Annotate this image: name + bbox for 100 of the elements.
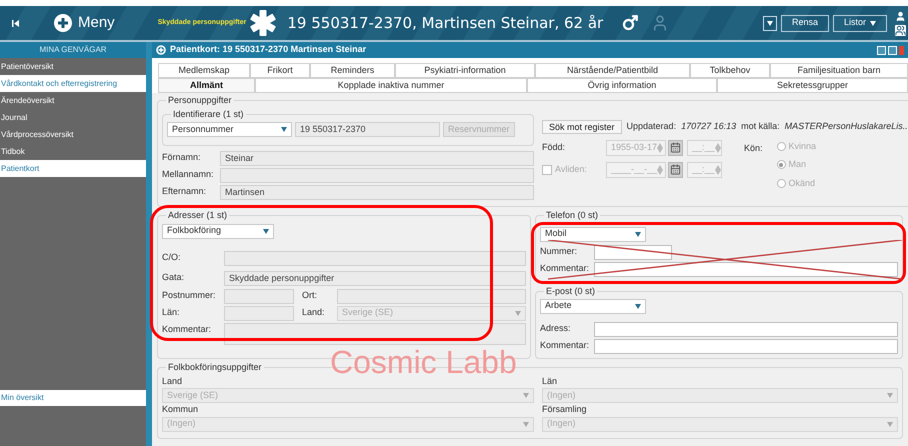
- caret-icon: [263, 228, 269, 234]
- sidebar-title: MINA GENVÄGAR: [0, 42, 146, 58]
- radio-button[interactable]: [776, 160, 786, 170]
- tab[interactable]: Allmänt: [158, 78, 255, 93]
- input-field[interactable]: Skyddade personuppgifter: [224, 270, 526, 286]
- plus-circle-icon: [54, 14, 72, 32]
- tab[interactable]: Övrig information: [527, 78, 717, 93]
- caret-icon: [523, 393, 529, 398]
- tab[interactable]: Tolkbehov: [690, 63, 770, 78]
- field-label: Uppdaterad:: [626, 120, 676, 133]
- field-label: mot källa:: [741, 120, 780, 133]
- caret-icon: [887, 422, 893, 426]
- input-field[interactable]: [594, 244, 672, 260]
- environment-watermark: Cosmic Labb: [330, 346, 517, 378]
- radio-button[interactable]: [776, 142, 786, 151]
- caret-icon: [515, 310, 521, 316]
- group-title: Adresser (1 st): [167, 209, 228, 222]
- sidebar-item[interactable]: Vårdprocessöversikt: [0, 126, 146, 143]
- field-label: Kommentar:: [162, 322, 212, 336]
- dropdown[interactable]: Mobil: [540, 226, 646, 242]
- tab[interactable]: Reminders: [310, 63, 395, 78]
- caret-icon: [523, 422, 529, 426]
- user-icon[interactable]: [895, 10, 906, 22]
- field-label: Kvinna: [788, 140, 816, 152]
- search-register-button[interactable]: Sök mot register: [542, 120, 622, 134]
- input-field[interactable]: [224, 306, 294, 320]
- field-label: C/O:: [162, 251, 182, 264]
- input-field[interactable]: [220, 168, 534, 182]
- field-label: Postnummer:: [162, 289, 217, 302]
- caret-icon: [766, 20, 773, 26]
- sidebar-item[interactable]: Patientkort: [0, 160, 146, 177]
- caret-icon: [635, 232, 641, 236]
- caret-icon: [870, 20, 876, 26]
- input-field[interactable]: [594, 338, 898, 354]
- tab[interactable]: Sekretessgrupper: [717, 78, 908, 93]
- input-field[interactable]: 19 550317-2370: [295, 122, 440, 137]
- input-field[interactable]: [224, 250, 526, 266]
- lists-menu-button[interactable]: Listor: [832, 14, 887, 32]
- input-field[interactable]: Martinsen: [220, 184, 534, 200]
- restore-icon[interactable]: [888, 46, 897, 54]
- field-label: Förnamn:: [162, 151, 202, 164]
- field-label: Avliden:: [555, 162, 587, 176]
- field-label: Man: [788, 158, 806, 171]
- input-field[interactable]: [594, 322, 898, 336]
- field-label: Kommentar:: [540, 339, 590, 352]
- tab[interactable]: Psykiatri-information: [395, 63, 535, 78]
- star-of-life-icon: [249, 9, 278, 37]
- field-label: Kommun: [162, 403, 200, 416]
- sidebar-item[interactable]: Ärendeöversikt: [0, 92, 146, 109]
- group-title: Personuppgifter: [167, 94, 233, 107]
- sidebar-item[interactable]: Patientöversikt: [0, 58, 146, 75]
- checkbox[interactable]: [542, 164, 552, 174]
- field-label: Nummer:: [540, 245, 578, 258]
- tab[interactable]: Kopplade inaktiva nummer: [255, 78, 527, 93]
- field-label: Gata:: [162, 271, 186, 284]
- caret-icon: [281, 127, 287, 132]
- caret-icon: [635, 304, 641, 308]
- dropdown-button[interactable]: [762, 16, 777, 30]
- clear-button[interactable]: Rensa: [780, 14, 829, 32]
- sidebar-item[interactable]: Tidbok: [0, 143, 146, 160]
- collapse-icon[interactable]: [12, 20, 19, 26]
- dropdown[interactable]: Arbete: [540, 298, 646, 314]
- sidebar-item[interactable]: Journal: [0, 109, 146, 126]
- radio-button[interactable]: [776, 178, 786, 188]
- field-label: Församling: [542, 403, 588, 416]
- field-label: Län:: [162, 306, 181, 320]
- field-label: Okänd: [788, 176, 816, 190]
- input-field[interactable]: [594, 262, 898, 276]
- menu-button[interactable]: Meny: [54, 12, 115, 34]
- minimize-icon[interactable]: [877, 46, 886, 54]
- users-icon[interactable]: [895, 24, 906, 36]
- group-title: Folkbokföringsuppgifter: [167, 361, 263, 374]
- group-title: E-post (0 st): [545, 285, 596, 298]
- dropdown[interactable]: Personnummer: [167, 122, 292, 137]
- tab[interactable]: Familjesituation barn: [770, 63, 908, 78]
- field-label: Mellannamn:: [162, 168, 215, 182]
- calendar-icon[interactable]: [668, 140, 683, 156]
- field-label: Kommentar:: [540, 262, 590, 276]
- field-label: Land:: [302, 306, 326, 320]
- field-label: Efternamn:: [162, 185, 208, 198]
- field-label: Född:: [542, 140, 566, 154]
- patient-heading: 19 550317-2370, Martinsen Steinar, 62 år: [287, 12, 604, 34]
- calendar-icon[interactable]: [668, 162, 683, 178]
- group-title: Identifierare (1 st): [172, 108, 245, 121]
- window-title: Patientkort: 19 550317-2370 Martinsen Steinar: [170, 43, 366, 56]
- dropdown[interactable]: Folkbokföring: [162, 224, 274, 238]
- field-label: Kön:: [744, 142, 763, 154]
- sidebar-item[interactable]: Min översikt: [0, 390, 146, 406]
- input-field[interactable]: [224, 288, 294, 304]
- input-field[interactable]: Steinar: [220, 150, 534, 166]
- sidebar-item[interactable]: Vårdkontakt och efterregistrering: [0, 75, 146, 92]
- input-field[interactable]: [337, 288, 526, 304]
- group-title: Telefon (0 st): [545, 209, 600, 222]
- tab[interactable]: Närstående/Patientbild: [535, 63, 690, 78]
- male-icon: [621, 14, 640, 32]
- source-value: MASTERPersonHuslakareLis...: [784, 120, 908, 133]
- tab[interactable]: Frikort: [250, 63, 310, 78]
- window-icon: [156, 45, 166, 55]
- tab[interactable]: Medlemskap: [158, 63, 250, 78]
- field-label: Län: [542, 374, 558, 388]
